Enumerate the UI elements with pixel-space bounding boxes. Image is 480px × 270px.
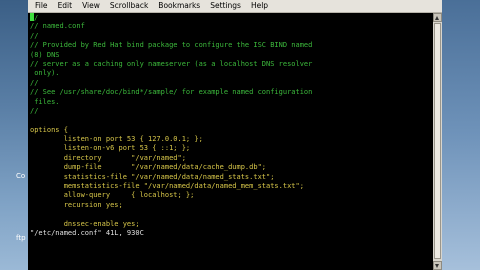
desktop-background-left bbox=[0, 0, 28, 270]
menu-settings[interactable]: Settings bbox=[205, 0, 246, 12]
editor-line-cursor: / bbox=[30, 13, 435, 22]
scroll-down-icon[interactable] bbox=[433, 261, 442, 270]
editor-line: // bbox=[30, 31, 39, 40]
editor-line: listen-on-v6 port 53 { ::1; }; bbox=[30, 144, 191, 153]
terminal-window: File Edit View Scrollback Bookmarks Sett… bbox=[28, 0, 442, 270]
menu-bookmarks[interactable]: Bookmarks bbox=[153, 0, 205, 12]
terminal-text-area[interactable]: /// named.conf//// Provided by Red Hat b… bbox=[28, 13, 435, 270]
desktop-icon-label[interactable]: ftp bbox=[16, 234, 26, 242]
editor-line: only). bbox=[30, 69, 60, 78]
editor-line: options { bbox=[30, 125, 68, 134]
editor-line: files. bbox=[30, 97, 60, 106]
menu-edit[interactable]: Edit bbox=[53, 0, 78, 12]
scroll-up-icon[interactable] bbox=[433, 13, 442, 22]
editor-line: listen-on port 53 { 127.0.0.1; }; bbox=[30, 135, 203, 144]
editor-line-text: / bbox=[34, 14, 39, 22]
editor-line: // server as a caching only nameserver (… bbox=[30, 59, 313, 68]
menu-file[interactable]: File bbox=[28, 0, 53, 12]
editor-line: // Provided by Red Hat bind package to c… bbox=[30, 41, 313, 50]
desktop-background-right bbox=[442, 0, 480, 270]
desktop-icon-label[interactable]: Co bbox=[16, 172, 25, 180]
editor-line: recursion yes; bbox=[30, 200, 123, 209]
editor-line: directory "/var/named"; bbox=[30, 153, 186, 162]
menu-bar: File Edit View Scrollback Bookmarks Sett… bbox=[28, 0, 442, 13]
editor-line: allow-query { localhost; }; bbox=[30, 191, 195, 200]
menu-view[interactable]: View bbox=[77, 0, 105, 12]
menu-help[interactable]: Help bbox=[246, 0, 273, 12]
editor-status-line: "/etc/named.conf" 41L, 930C bbox=[30, 228, 144, 237]
editor-line: statistics-file "/var/named/data/named_s… bbox=[30, 172, 275, 181]
editor-line: dnssec-enable yes; bbox=[30, 219, 140, 228]
editor-line: memstatistics-file "/var/named/data/name… bbox=[30, 182, 304, 191]
scrollbar-thumb[interactable] bbox=[434, 23, 441, 259]
menu-scrollback[interactable]: Scrollback bbox=[105, 0, 153, 12]
editor-line: // See /usr/share/doc/bind*/sample/ for … bbox=[30, 88, 313, 97]
editor-line: // named.conf bbox=[30, 22, 85, 31]
editor-line: // bbox=[30, 106, 39, 115]
editor-line: (8) DNS bbox=[30, 50, 60, 59]
editor-line: // bbox=[30, 78, 39, 87]
editor-line: dump-file "/var/named/data/cache_dump.db… bbox=[30, 163, 267, 172]
vertical-scrollbar[interactable] bbox=[433, 13, 442, 270]
